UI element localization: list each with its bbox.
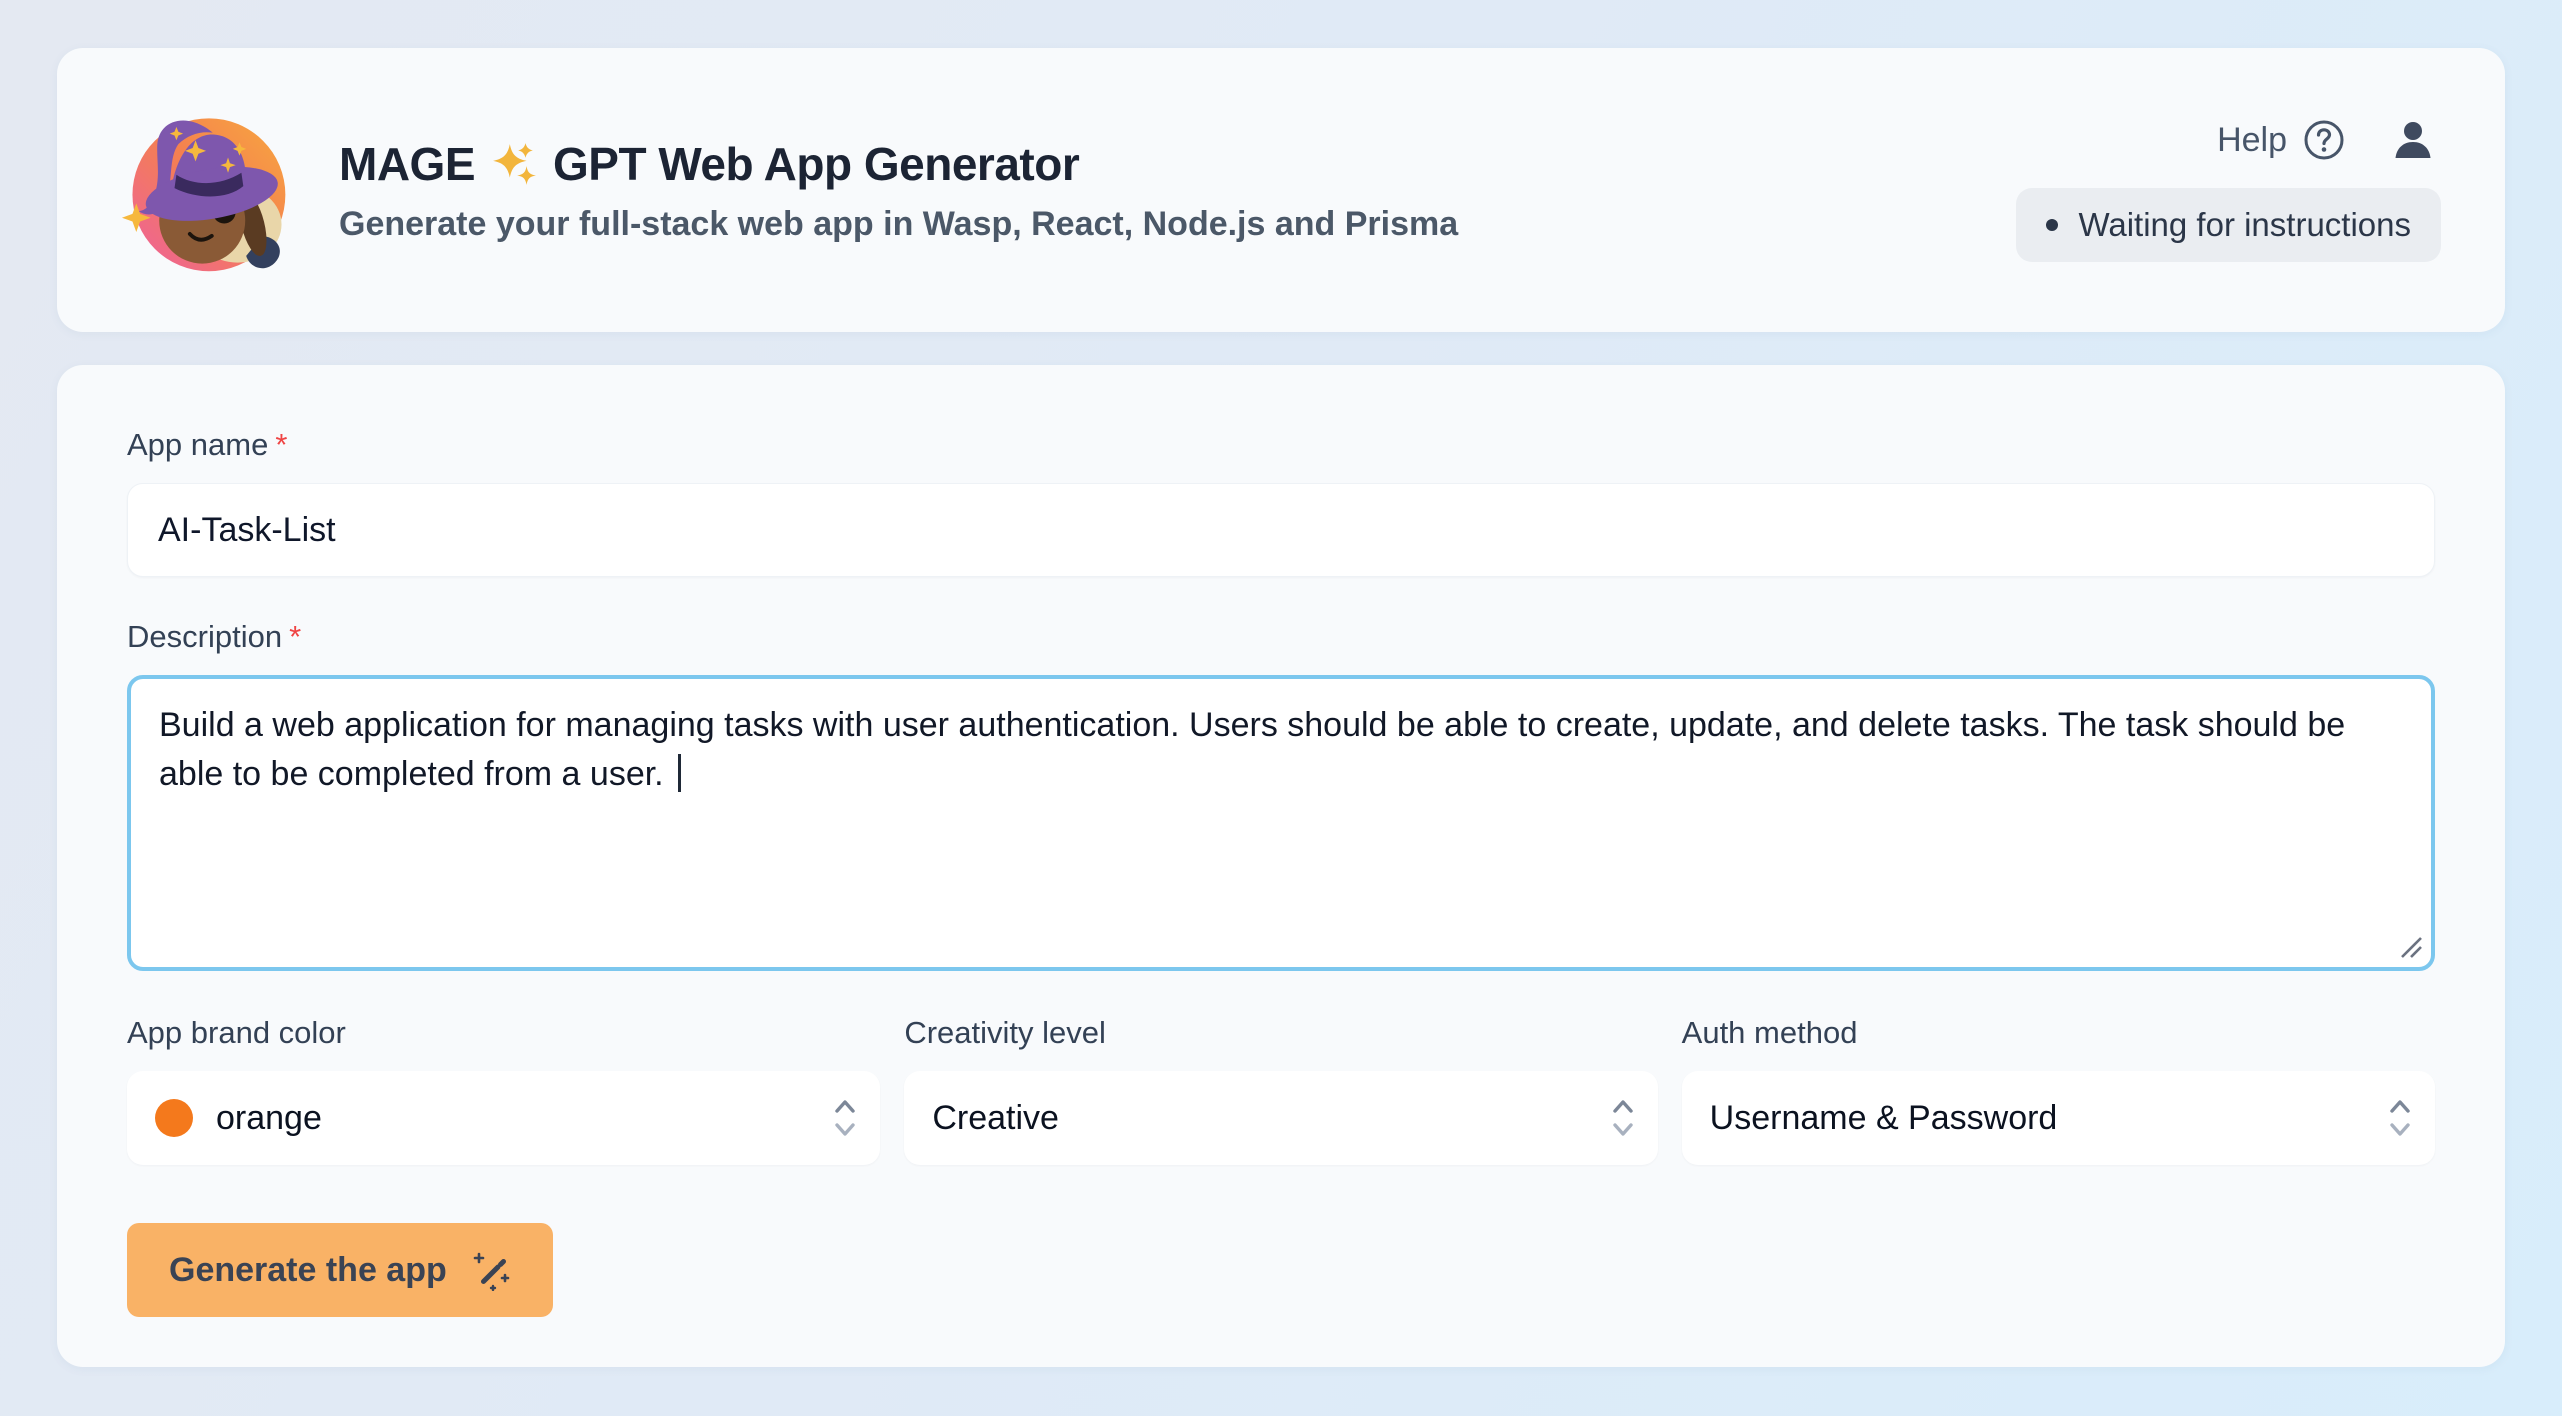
creativity-field: Creativity level Creative: [904, 1015, 1657, 1165]
color-swatch: [155, 1099, 193, 1137]
auth-method-label: Auth method: [1682, 1015, 2435, 1051]
sparkles-icon: [491, 141, 537, 187]
description-text: Build a web application for managing tas…: [159, 706, 2345, 793]
app-name-input[interactable]: [127, 483, 2435, 577]
status-text: Waiting for instructions: [2078, 206, 2411, 244]
brand-color-field: App brand color orange: [127, 1015, 880, 1165]
auth-method-field: Auth method Username & Password: [1682, 1015, 2435, 1165]
help-link[interactable]: Help: [2217, 118, 2435, 162]
brand-color-label: App brand color: [127, 1015, 880, 1051]
page-background: { "header": { "title_prefix": "MAGE", "t…: [0, 0, 2562, 1416]
page-subtitle: Generate your full-stack web app in Wasp…: [339, 205, 1458, 244]
page-title-suffix: GPT Web App Generator: [553, 137, 1079, 191]
auth-method-select[interactable]: Username & Password: [1682, 1071, 2435, 1165]
chevron-updown-icon: [832, 1095, 858, 1141]
brand-color-select[interactable]: orange: [127, 1071, 880, 1165]
page-title: MAGE GPT Web App Generator: [339, 137, 1458, 191]
creativity-label: Creativity level: [904, 1015, 1657, 1051]
text-caret: [678, 754, 681, 792]
help-label[interactable]: Help: [2217, 121, 2287, 160]
creativity-select[interactable]: Creative: [904, 1071, 1657, 1165]
chevron-updown-icon: [1610, 1095, 1636, 1141]
resize-handle-icon[interactable]: [2394, 930, 2424, 960]
required-asterisk: *: [289, 619, 301, 654]
description-label: Description*: [127, 619, 2435, 655]
chevron-updown-icon: [2387, 1095, 2413, 1141]
magic-wand-icon: [469, 1249, 511, 1291]
required-asterisk: *: [275, 427, 287, 462]
header-card: MAGE GPT Web App Generator Generate your…: [57, 48, 2505, 332]
mage-wizard-logo: [121, 104, 293, 276]
user-avatar-icon[interactable]: [2391, 118, 2435, 162]
description-textarea[interactable]: Build a web application for managing tas…: [127, 675, 2435, 971]
generate-button[interactable]: Generate the app: [127, 1223, 553, 1317]
help-circle-icon[interactable]: [2303, 119, 2345, 161]
app-name-label: App name*: [127, 427, 287, 462]
form-card: App name* Description* Build a web appli…: [57, 365, 2505, 1367]
brand-color-value: orange: [216, 1099, 322, 1138]
status-dot-icon: [2046, 219, 2058, 231]
auth-method-value: Username & Password: [1710, 1099, 2058, 1138]
generate-button-label: Generate the app: [169, 1251, 447, 1290]
creativity-value: Creative: [932, 1099, 1059, 1138]
page-title-prefix: MAGE: [339, 137, 475, 191]
status-badge: Waiting for instructions: [2016, 188, 2441, 262]
